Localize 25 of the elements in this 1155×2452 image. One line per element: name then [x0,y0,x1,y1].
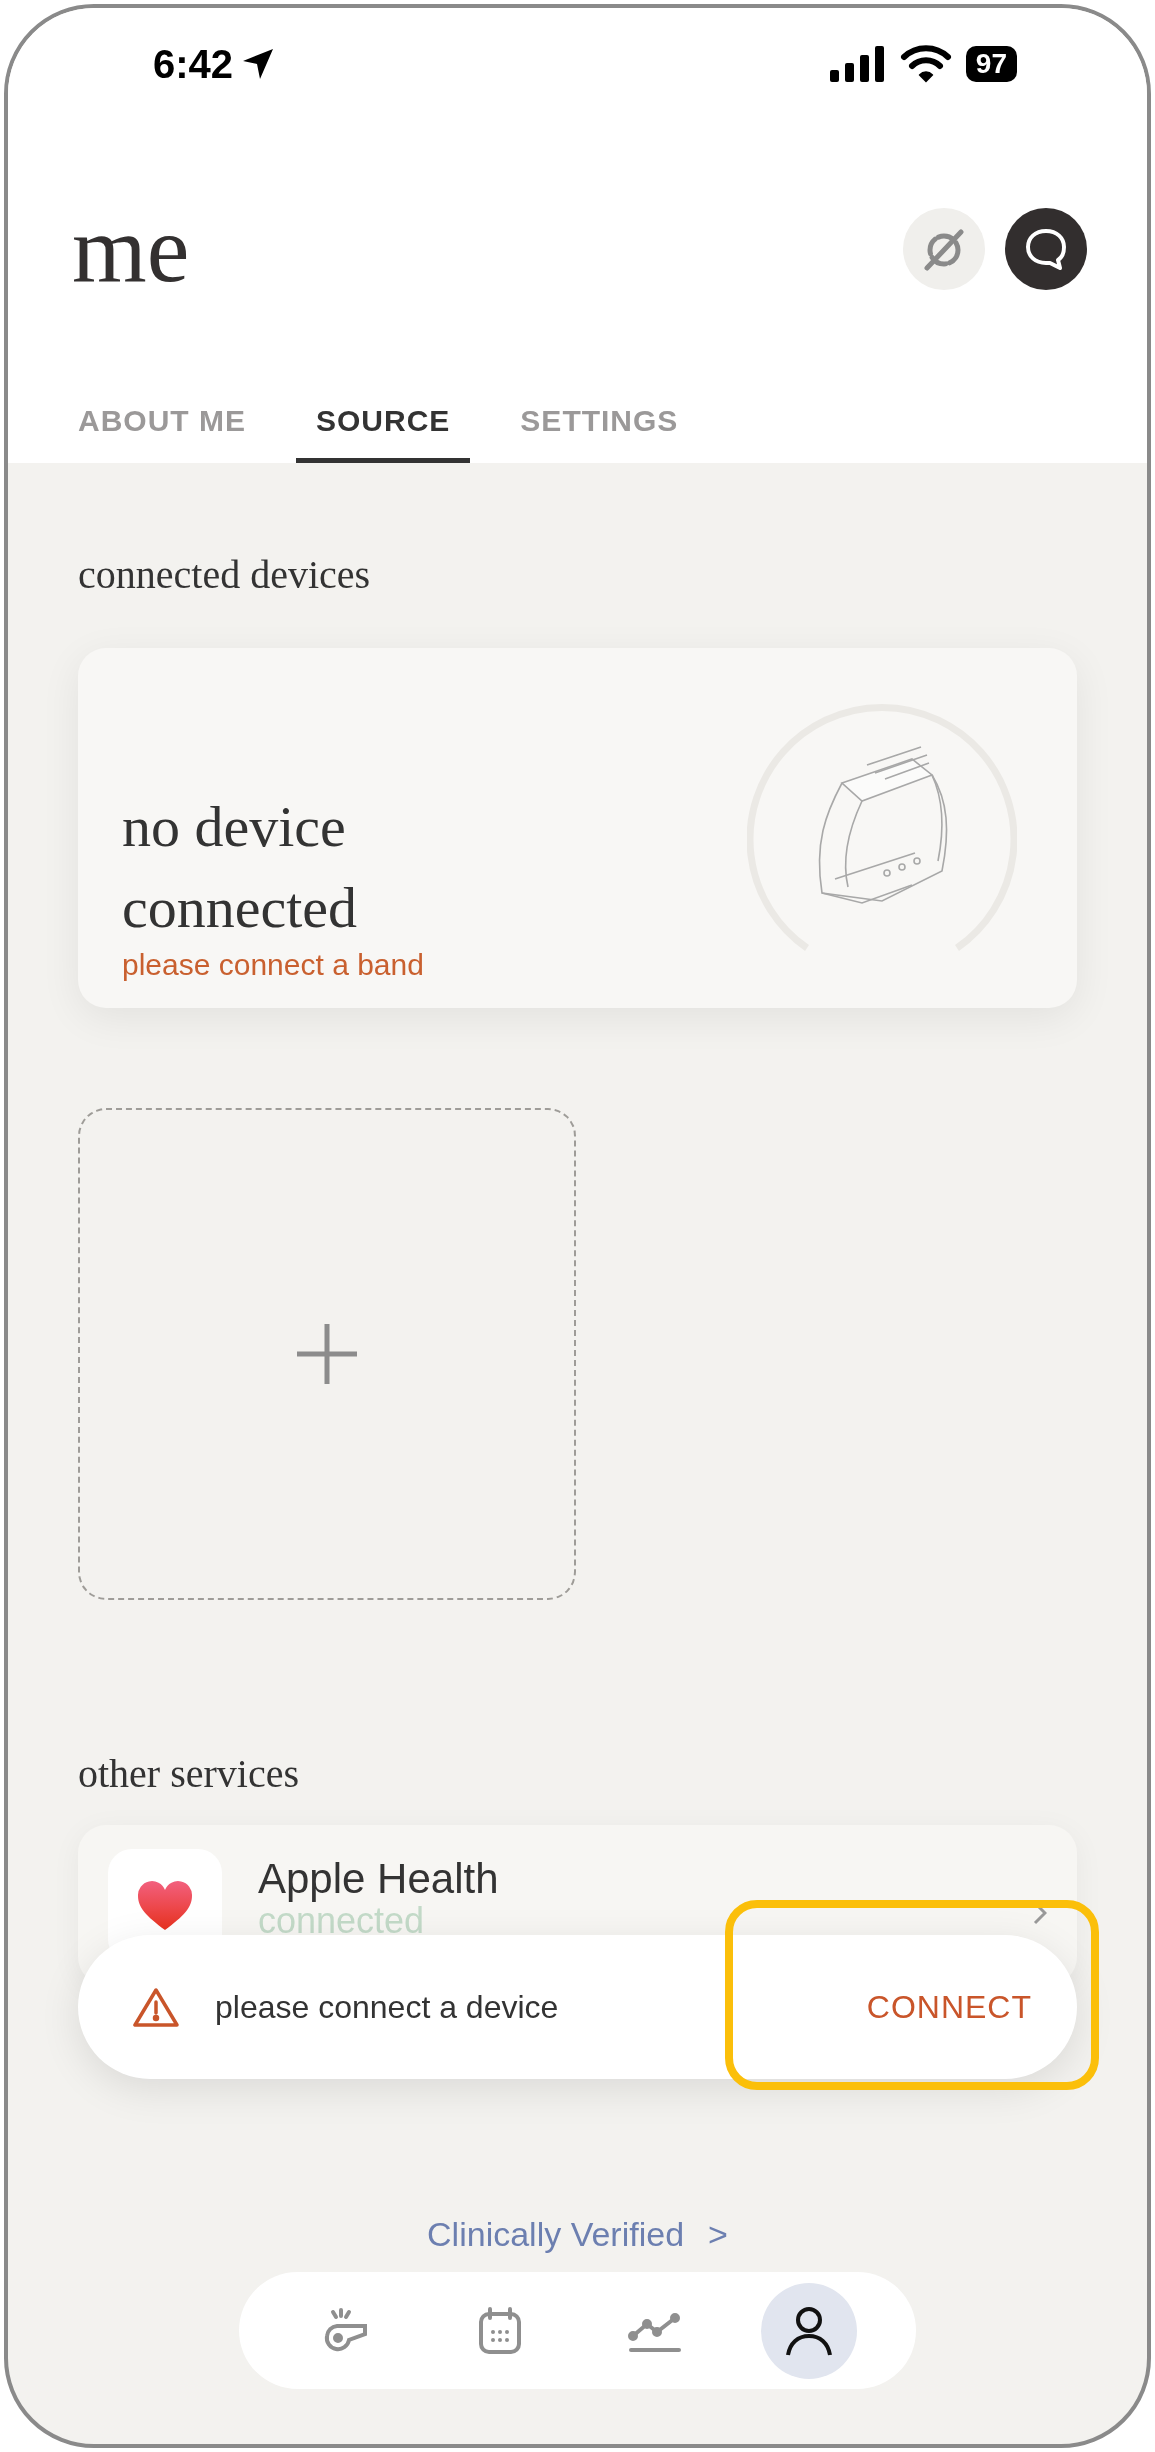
connect-button[interactable]: CONNECT [866,1988,1032,2026]
section-heading: connected devices [78,551,372,598]
wifi-icon [899,45,952,83]
chevron-text: > [708,2215,728,2254]
heart-icon [136,1880,194,1932]
tab[interactable]: ABOUT ME [58,404,266,463]
status-time: 6:42 [153,41,234,87]
signal-icon [829,46,886,82]
location-arrow-icon [241,47,276,81]
clinically-verified-link[interactable]: Clinically Verified [427,2215,685,2254]
calendar-icon [477,2305,524,2356]
plus-icon [295,1322,359,1386]
section-heading: other services [78,1750,300,1797]
person-icon [783,2304,834,2357]
warning-icon [133,1987,179,2027]
page-title: me [72,201,190,297]
battery-level: 97 [965,46,1017,82]
alert-message: please connect a device [215,1988,560,2026]
device-status-title: no device connected [122,792,359,942]
tab[interactable]: SOURCE [296,404,471,463]
tab[interactable]: SETTINGS [500,404,699,463]
chat-bubble-icon [1024,227,1068,271]
device-status-hint: please connect a band [122,948,425,982]
device-card[interactable]: no device connected please connect a band [78,648,1077,1008]
service-name: Apple Health [258,1855,500,1903]
